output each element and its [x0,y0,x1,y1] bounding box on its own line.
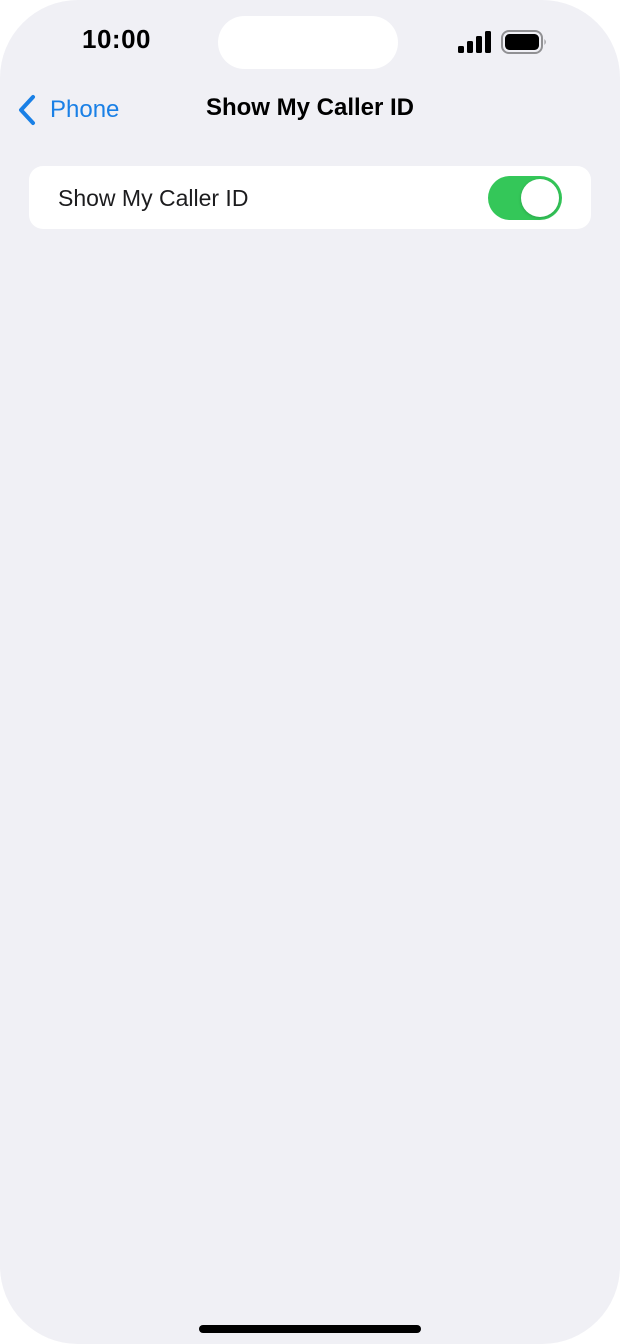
cellular-signal-icon [458,31,491,53]
toggle-knob [521,179,559,217]
battery-icon [501,30,546,54]
home-indicator[interactable] [199,1325,421,1333]
settings-group: Show My Caller ID [29,166,591,229]
phone-screen: 10:00 Phone Show My Caller ID Show My Ca… [0,0,620,1344]
status-time: 10:00 [82,24,151,54]
page-title: Show My Caller ID [205,94,415,121]
dynamic-island [218,16,398,69]
show-caller-id-toggle[interactable] [488,176,562,220]
show-caller-id-label: Show My Caller ID [58,185,249,211]
